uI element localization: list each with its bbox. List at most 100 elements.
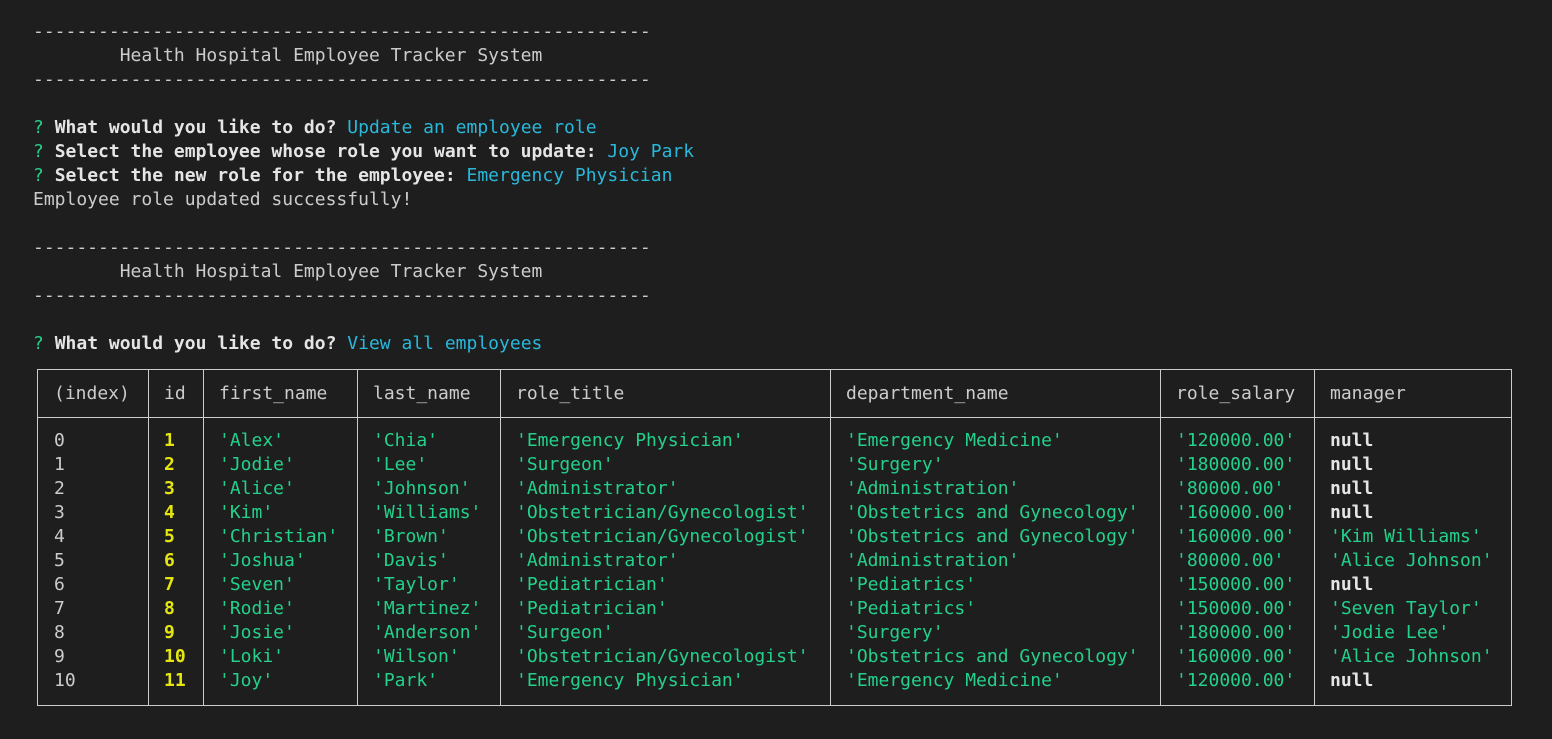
table-cell-manager: 'Alice Johnson'	[1330, 550, 1493, 571]
terminal-output: ----------------------------------------…	[33, 20, 1533, 356]
prompt-answer: Joy Park	[607, 141, 695, 162]
table-cell-id: 6	[164, 550, 175, 571]
table-cell-index: 1	[54, 454, 65, 475]
table-cell-last-name: 'Davis'	[373, 550, 449, 571]
table-cell-manager: 'Alice Johnson'	[1330, 646, 1493, 667]
table-cell-role-title: 'Obstetrician/Gynecologist'	[516, 502, 809, 523]
table-cell-last-name: 'Chia'	[373, 430, 439, 451]
table-cell-last-name: 'Wilson'	[373, 646, 460, 667]
table-cell-manager: 'Kim Williams'	[1330, 526, 1482, 547]
prompt-question: What would you like to do?	[54, 333, 337, 354]
column-header-manager: manager	[1330, 383, 1406, 404]
table-cell-first-name: 'Josie'	[219, 622, 295, 643]
prompt-question: What would you like to do?	[54, 117, 337, 138]
table-cell-first-name: 'Loki'	[219, 646, 285, 667]
separator-line: ----------------------------------------…	[33, 69, 651, 90]
table-cell-first-name: 'Alex'	[219, 430, 285, 451]
table-cell-index: 8	[54, 622, 65, 643]
table-cell-department-name: 'Obstetrics and Gynecology'	[846, 646, 1139, 667]
prompt-marker: ?	[33, 333, 44, 354]
table-cell-role-title: 'Obstetrician/Gynecologist'	[516, 646, 809, 667]
table-cell-role-title: 'Pediatrician'	[516, 598, 668, 619]
table-cell-manager: null	[1330, 670, 1374, 691]
table-cell-department-name: 'Surgery'	[846, 622, 944, 643]
column-divider	[1160, 370, 1161, 705]
column-header-index: (index)	[54, 383, 130, 404]
column-divider	[500, 370, 501, 705]
prompt-marker: ?	[33, 165, 44, 186]
table-cell-department-name: 'Emergency Medicine'	[846, 430, 1063, 451]
table-cell-role-salary: '160000.00'	[1176, 502, 1296, 523]
column-header-department-name: department_name	[846, 383, 1009, 404]
prompt-question: Select the new role for the employee:	[54, 165, 456, 186]
table-cell-role-title: 'Emergency Physician'	[516, 430, 744, 451]
table-cell-first-name: 'Alice'	[219, 478, 295, 499]
table-cell-id: 5	[164, 526, 175, 547]
table-cell-first-name: 'Christian'	[219, 526, 339, 547]
table-cell-manager: null	[1330, 574, 1374, 595]
column-divider	[148, 370, 149, 705]
table-cell-department-name: 'Surgery'	[846, 454, 944, 475]
prompt-question: Select the employee whose role you want …	[54, 141, 597, 162]
table-cell-index: 5	[54, 550, 65, 571]
prompt-answer: View all employees	[347, 333, 543, 354]
table-cell-role-salary: '180000.00'	[1176, 622, 1296, 643]
table-cell-manager: null	[1330, 502, 1374, 523]
app-title: Health Hospital Employee Tracker System	[33, 45, 543, 66]
column-divider	[830, 370, 831, 705]
table-cell-index: 2	[54, 478, 65, 499]
table-cell-index: 10	[54, 670, 76, 691]
prompt-line: ? Select the employee whose role you wan…	[33, 140, 1533, 164]
separator-line: ----------------------------------------…	[33, 21, 651, 42]
table-cell-id: 2	[164, 454, 175, 475]
success-message: Employee role updated successfully!	[33, 189, 413, 210]
table-cell-department-name: 'Administration'	[846, 478, 1020, 499]
table-cell-role-salary: '160000.00'	[1176, 646, 1296, 667]
table-cell-id: 7	[164, 574, 175, 595]
prompt-answer: Emergency Physician	[466, 165, 673, 186]
table-cell-last-name: 'Lee'	[373, 454, 428, 475]
table-cell-id: 8	[164, 598, 175, 619]
app-title: Health Hospital Employee Tracker System	[33, 261, 543, 282]
separator-line: ----------------------------------------…	[33, 237, 651, 258]
table-cell-index: 6	[54, 574, 65, 595]
table-cell-id: 9	[164, 622, 175, 643]
table-cell-role-title: 'Emergency Physician'	[516, 670, 744, 691]
table-cell-id: 4	[164, 502, 175, 523]
table-cell-role-salary: '150000.00'	[1176, 574, 1296, 595]
table-cell-role-title: 'Pediatrician'	[516, 574, 668, 595]
table-cell-index: 9	[54, 646, 65, 667]
table-cell-id: 1	[164, 430, 175, 451]
table-cell-first-name: 'Joy'	[219, 670, 274, 691]
table-cell-role-title: 'Administrator'	[516, 478, 679, 499]
table-cell-department-name: 'Pediatrics'	[846, 574, 977, 595]
table-cell-role-salary: '150000.00'	[1176, 598, 1296, 619]
table-cell-department-name: 'Emergency Medicine'	[846, 670, 1063, 691]
table-cell-manager: 'Jodie Lee'	[1330, 622, 1450, 643]
table-cell-index: 7	[54, 598, 65, 619]
column-header-role-salary: role_salary	[1176, 383, 1296, 404]
table-cell-department-name: 'Pediatrics'	[846, 598, 977, 619]
table-cell-role-title: 'Administrator'	[516, 550, 679, 571]
table-cell-first-name: 'Rodie'	[219, 598, 295, 619]
table-cell-manager: null	[1330, 454, 1374, 475]
table-cell-last-name: 'Anderson'	[373, 622, 482, 643]
table-cell-department-name: 'Administration'	[846, 550, 1020, 571]
prompt-marker: ?	[33, 141, 44, 162]
table-cell-department-name: 'Obstetrics and Gynecology'	[846, 502, 1139, 523]
table-cell-last-name: 'Johnson'	[373, 478, 471, 499]
column-header-id: id	[164, 383, 186, 404]
table-cell-index: 4	[54, 526, 65, 547]
table-cell-id: 10	[164, 646, 186, 667]
table-cell-role-salary: '80000.00'	[1176, 550, 1285, 571]
table-cell-first-name: 'Kim'	[219, 502, 274, 523]
table-cell-manager: null	[1330, 430, 1374, 451]
table-cell-index: 0	[54, 430, 65, 451]
column-header-first-name: first_name	[219, 383, 328, 404]
table-cell-last-name: 'Martinez'	[373, 598, 482, 619]
table-cell-index: 3	[54, 502, 65, 523]
employee-table: (index) id first_name last_name role_title de…	[37, 369, 1512, 706]
table-cell-last-name: 'Taylor'	[373, 574, 460, 595]
table-cell-department-name: 'Obstetrics and Gynecology'	[846, 526, 1139, 547]
prompt-answer: Update an employee role	[347, 117, 597, 138]
